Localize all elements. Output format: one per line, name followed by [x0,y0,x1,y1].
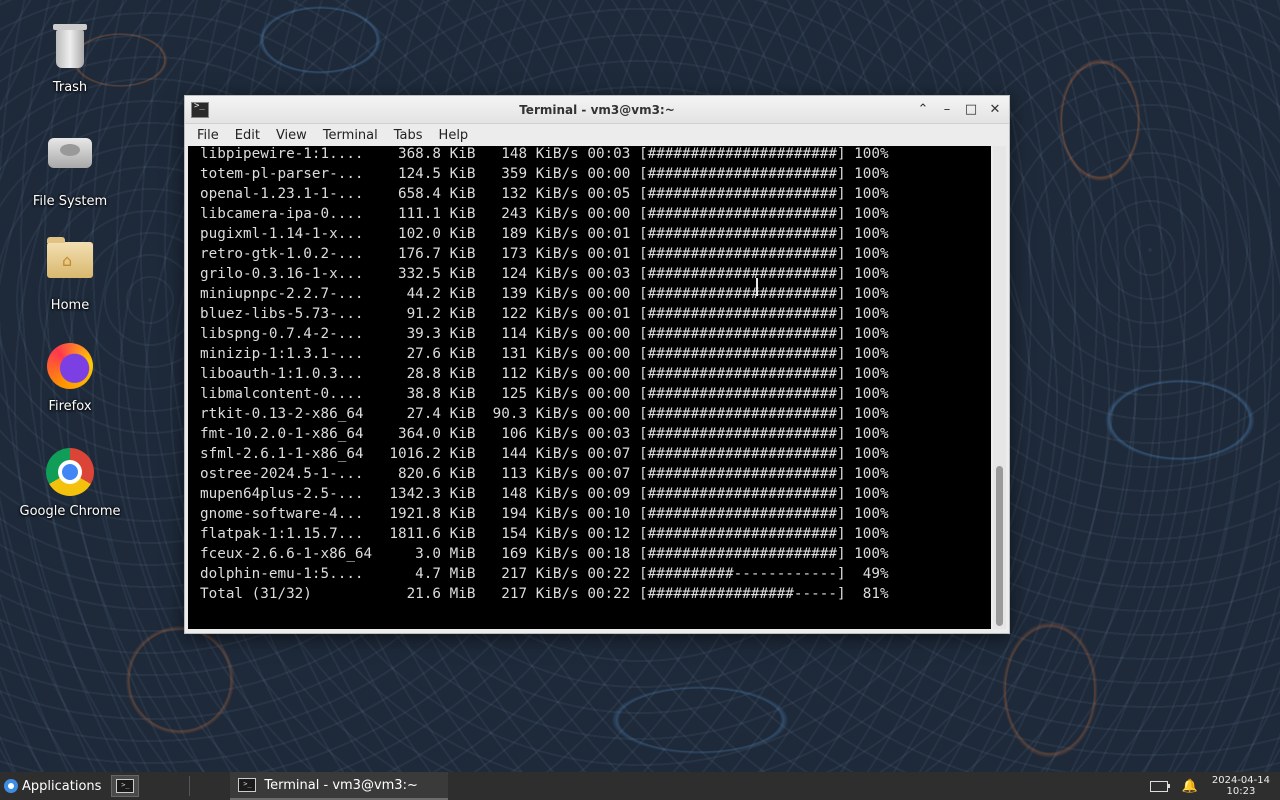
desktop-icon-firefox[interactable]: Firefox [18,340,122,414]
terminal-icon: >_ [116,779,135,793]
terminal-line: rtkit-0.13-2-x86_64 27.4 KiB 90.3 KiB/s … [200,406,889,422]
terminal-line: libmalcontent-0.... 38.8 KiB 125 KiB/s 0… [200,386,889,402]
terminal-line: fceux-2.6.6-1-x86_64 3.0 MiB 169 KiB/s 0… [200,546,889,562]
terminal-line: pugixml-1.14-1-x... 102.0 KiB 189 KiB/s … [200,226,889,242]
desktop-icon-trash[interactable]: Trash [18,22,122,95]
desktop-icon-label: Firefox [48,399,92,414]
taskbar-window-terminal[interactable]: >_ Terminal - vm3@vm3:~ [230,772,448,800]
menu-bar: File Edit View Terminal Tabs Help [185,124,1009,147]
clock-time: 10:23 [1226,786,1256,797]
menu-tabs[interactable]: Tabs [386,126,431,145]
terminal-line: mupen64plus-2.5-... 1342.3 KiB 148 KiB/s… [200,486,889,502]
menu-file[interactable]: File [189,126,227,145]
terminal-line: ostree-2024.5-1-... 820.6 KiB 113 KiB/s … [200,466,889,482]
firefox-icon [44,343,96,395]
terminal-line: miniupnpc-2.2.7-... 44.2 KiB 139 KiB/s 0… [200,286,889,302]
desktop-icon-file-system[interactable]: File System [18,128,122,209]
taskbar-separator [189,776,191,796]
window-title: Terminal - vm3@vm3:~ [519,102,675,117]
terminal-text: libpipewire-1:1.... 368.8 KiB 148 KiB/s … [188,146,991,604]
terminal-line: libspng-0.7.4-2-... 39.3 KiB 114 KiB/s 0… [200,326,889,342]
terminal-line: dolphin-emu-1:5.... 4.7 MiB 217 KiB/s 00… [200,566,889,582]
desktop-icon-home[interactable]: ⌂ Home [18,234,122,313]
terminal-line: openal-1.23.1-1-... 658.4 KiB 132 KiB/s … [200,186,889,202]
terminal-line: totem-pl-parser-... 124.5 KiB 359 KiB/s … [200,166,889,182]
xfce-logo-icon [4,779,18,793]
notification-bell-icon[interactable]: 🔔 [1182,779,1198,794]
terminal-scrollbar[interactable] [993,146,1006,629]
mouse-ibeam-cursor [756,278,758,296]
trash-icon [44,24,96,76]
terminal-line: sfml-2.6.1-1-x86_64 1016.2 KiB 144 KiB/s… [200,446,889,462]
terminal-line: liboauth-1:1.0.3... 28.8 KiB 112 KiB/s 0… [200,366,889,382]
menu-help[interactable]: Help [431,126,477,145]
window-titlebar[interactable]: Terminal - vm3@vm3:~ ⌃ – □ ✕ [185,96,1009,124]
desktop-icon-google-chrome[interactable]: Google Chrome [18,446,122,519]
terminal-launcher-button[interactable]: >_ [111,775,140,797]
terminal-line: gnome-software-4... 1921.8 KiB 194 KiB/s… [200,506,889,522]
taskbar: Applications >_ >_ Terminal - vm3@vm3:~ … [0,772,1280,800]
terminal-line: libcamera-ipa-0.... 111.1 KiB 243 KiB/s … [200,206,889,222]
terminal-line: flatpak-1:1.15.7... 1811.6 KiB 154 KiB/s… [200,526,889,542]
terminal-line: fmt-10.2.0-1-x86_64 364.0 KiB 106 KiB/s … [200,426,889,442]
scrollbar-thumb[interactable] [996,466,1003,626]
terminal-line: grilo-0.3.16-1-x... 332.5 KiB 124 KiB/s … [200,266,889,282]
terminal-line: retro-gtk-1.0.2-... 176.7 KiB 173 KiB/s … [200,246,889,262]
applications-menu-button[interactable]: Applications [0,772,107,800]
home-folder-icon: ⌂ [44,237,96,294]
desktop-icon-label: Trash [52,80,88,95]
terminal-output[interactable]: libpipewire-1:1.... 368.8 KiB 148 KiB/s … [188,146,991,629]
applications-label: Applications [22,778,102,794]
terminal-line: Total (31/32) 21.6 MiB 217 KiB/s 00:22 [… [200,586,889,602]
terminal-icon: >_ [238,778,257,792]
battery-icon[interactable] [1149,780,1170,792]
menu-terminal[interactable]: Terminal [315,126,386,145]
desktop-icon-label: File System [32,194,108,209]
desktop-icon-label: Home [50,298,90,313]
terminal-icon [191,101,209,118]
clock[interactable]: 2024-04-14 10:23 [1212,775,1270,797]
terminal-line: minizip-1:1.3.1-... 27.6 KiB 131 KiB/s 0… [200,346,889,362]
chrome-icon [44,448,96,500]
terminal-line: bluez-libs-5.73-... 91.2 KiB 122 KiB/s 0… [200,306,889,322]
minimize-button[interactable]: – [937,100,957,120]
taskbar-window-label: Terminal - vm3@vm3:~ [264,777,418,793]
maximize-button[interactable]: □ [961,100,981,120]
clock-date: 2024-04-14 [1211,775,1270,786]
drive-icon [44,138,96,190]
shade-button[interactable]: ⌃ [913,100,933,120]
terminal-window: Terminal - vm3@vm3:~ ⌃ – □ ✕ File Edit V… [184,95,1010,634]
close-button[interactable]: ✕ [985,100,1005,120]
menu-edit[interactable]: Edit [227,126,268,145]
system-tray: 🔔 2024-04-14 10:23 [1149,775,1280,797]
desktop-icon-label: Google Chrome [19,504,121,519]
menu-view[interactable]: View [268,126,315,145]
terminal-line: libpipewire-1:1.... 368.8 KiB 148 KiB/s … [200,146,889,162]
